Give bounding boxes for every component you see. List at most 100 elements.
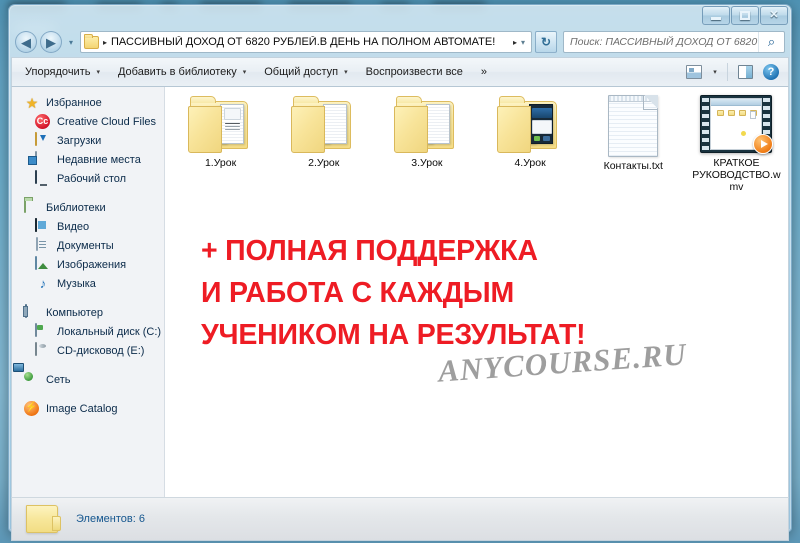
search-input[interactable]: Поиск: ПАССИВНЫЙ ДОХОД ОТ 6820 Р.. bbox=[564, 36, 758, 48]
chevron-down-icon: ▾ bbox=[242, 69, 247, 76]
video-file-icon bbox=[700, 95, 774, 154]
chevron-down-icon: ▾ bbox=[344, 69, 348, 76]
chevron-down-icon: ▾ bbox=[68, 37, 73, 47]
sidebar-group-libraries: Библиотеки Видео Документы Изображения ♪… bbox=[12, 198, 164, 293]
file-item-folder[interactable]: 1.Урок bbox=[169, 95, 272, 193]
sidebar-header-label: Избранное bbox=[46, 96, 102, 109]
sidebar-group-network: Сеть bbox=[12, 370, 164, 389]
share-label: Общий доступ bbox=[264, 66, 339, 78]
play-all-label: Воспроизвести все bbox=[365, 66, 463, 78]
back-button[interactable]: ◀ bbox=[15, 31, 37, 53]
sidebar-header-favorites[interactable]: ★ Избранное bbox=[12, 93, 164, 112]
organize-label: Упорядочить bbox=[25, 66, 91, 78]
hard-drive-icon bbox=[35, 322, 51, 340]
back-arrow-icon: ◀ bbox=[21, 34, 31, 50]
command-bar: Упорядочить ▾ Добавить в библиотеку ▾ Об… bbox=[11, 57, 789, 87]
history-dropdown-button[interactable]: ▾ bbox=[65, 38, 77, 47]
view-icon bbox=[686, 65, 702, 79]
creative-cloud-icon: Cc bbox=[35, 113, 51, 130]
search-box[interactable]: Поиск: ПАССИВНЫЙ ДОХОД ОТ 6820 Р.. ⌕ bbox=[563, 31, 785, 53]
share-button[interactable]: Общий доступ ▾ bbox=[255, 60, 356, 84]
close-button[interactable]: ✕ bbox=[760, 6, 788, 25]
maximize-button[interactable] bbox=[731, 6, 759, 25]
sidebar-item-image-catalog[interactable]: ⚡ Image Catalog bbox=[12, 399, 164, 418]
refresh-button[interactable]: ↻ bbox=[535, 31, 557, 53]
sidebar-item-desktop[interactable]: Рабочий стол bbox=[12, 169, 164, 188]
folder-with-documents-icon bbox=[187, 95, 254, 153]
sidebar-item-local-disk-c[interactable]: Локальный диск (C:) bbox=[12, 322, 164, 341]
maximize-icon bbox=[740, 11, 750, 20]
window-controls: ✕ bbox=[701, 6, 788, 25]
sidebar-item-video[interactable]: Видео bbox=[12, 217, 164, 236]
minimize-button[interactable] bbox=[702, 6, 730, 25]
libraries-icon bbox=[24, 198, 40, 216]
sidebar-header-label: Компьютер bbox=[46, 306, 103, 319]
sidebar-item-documents[interactable]: Документы bbox=[12, 236, 164, 255]
play-all-button[interactable]: Воспроизвести все bbox=[357, 60, 472, 84]
video-library-icon bbox=[35, 217, 51, 235]
sidebar-item-label: Загрузки bbox=[57, 134, 102, 147]
cd-drive-icon bbox=[35, 341, 51, 359]
change-view-button[interactable] bbox=[681, 60, 707, 84]
folder-with-documents-icon bbox=[497, 95, 563, 153]
sidebar-group-favorites: ★ Избранное Cc Creative Cloud Files Загр… bbox=[12, 93, 164, 188]
sidebar-item-network[interactable]: Сеть bbox=[12, 370, 164, 389]
breadcrumb-bar[interactable]: ▸ ПАССИВНЫЙ ДОХОД ОТ 6820 РУБЛЕЙ.В ДЕНЬ … bbox=[80, 31, 532, 53]
sidebar-item-label: Рабочий стол bbox=[57, 172, 127, 185]
sidebar-item-label: Недавние места bbox=[57, 153, 141, 166]
minimize-icon bbox=[711, 17, 721, 20]
sidebar-item-label: Видео bbox=[57, 220, 90, 233]
folder-icon bbox=[84, 33, 99, 49]
refresh-icon: ↻ bbox=[540, 35, 552, 49]
folder-with-documents-icon bbox=[393, 95, 460, 153]
file-list-pane[interactable]: 1.Урок 2.Урок 3.Урок 4.Урок Контакты.txt… bbox=[165, 87, 788, 497]
organize-button[interactable]: Упорядочить ▾ bbox=[16, 60, 109, 84]
sidebar-item-label: Документы bbox=[57, 239, 114, 252]
sidebar-header-computer[interactable]: Компьютер bbox=[12, 303, 164, 322]
add-to-library-button[interactable]: Добавить в библиотеку ▾ bbox=[109, 60, 255, 84]
explorer-window: ✕ ◀ ▶ ▾ ▸ ПАССИВНЫЙ ДОХОД ОТ 6820 РУБЛЕЙ… bbox=[8, 4, 792, 541]
overflow-button[interactable]: » bbox=[472, 60, 496, 84]
file-name-label: 4.Урок bbox=[514, 157, 546, 169]
file-name-label: 2.Урок bbox=[308, 157, 340, 169]
file-item-text[interactable]: Контакты.txt bbox=[582, 95, 685, 193]
sidebar-header-label: Библиотеки bbox=[46, 201, 106, 214]
star-icon: ★ bbox=[25, 94, 39, 111]
file-item-video[interactable]: КРАТКОЕ РУКОВОДСТВО.wmv bbox=[685, 95, 788, 193]
sidebar-item-pictures[interactable]: Изображения bbox=[12, 255, 164, 274]
file-item-folder[interactable]: 4.Урок bbox=[479, 95, 582, 193]
navigation-pane[interactable]: ★ Избранное Cc Creative Cloud Files Загр… bbox=[12, 87, 165, 497]
preview-pane-button[interactable] bbox=[732, 60, 758, 84]
window-body: ★ Избранное Cc Creative Cloud Files Загр… bbox=[11, 87, 789, 497]
add-to-library-label: Добавить в библиотеку bbox=[117, 66, 237, 78]
toolbar-divider bbox=[727, 63, 728, 81]
promo-overlay-text: + ПОЛНАЯ ПОДДЕРЖКА И РАБОТА С КАЖДЫМ УЧЕ… bbox=[201, 230, 741, 356]
sidebar-item-cd-drive-e[interactable]: CD-дисковод (E:) bbox=[12, 341, 164, 360]
sidebar-item-creative-cloud-files[interactable]: Cc Creative Cloud Files bbox=[12, 112, 164, 131]
folder-with-documents-icon bbox=[290, 95, 357, 153]
sidebar-item-label: Музыка bbox=[57, 277, 96, 290]
title-bar[interactable]: ✕ bbox=[9, 5, 791, 27]
sidebar-item-music[interactable]: ♪ Музыка bbox=[12, 274, 164, 293]
view-dropdown-button[interactable]: ▾ bbox=[707, 60, 723, 84]
breadcrumb-dropdown-icon[interactable]: ▾ bbox=[521, 38, 525, 47]
status-bar: Элементов: 6 bbox=[11, 497, 789, 541]
chevron-down-icon: ▾ bbox=[96, 69, 100, 76]
help-button[interactable]: ? bbox=[758, 60, 784, 84]
sidebar-item-recent-places[interactable]: Недавние места bbox=[12, 150, 164, 169]
breadcrumb-end-icon[interactable]: ▸ bbox=[513, 38, 517, 47]
sidebar-item-downloads[interactable]: Загрузки bbox=[12, 131, 164, 150]
item-count-label: Элементов: 6 bbox=[76, 513, 145, 525]
forward-button[interactable]: ▶ bbox=[40, 31, 62, 53]
network-icon bbox=[24, 372, 40, 388]
sidebar-item-label: Изображения bbox=[57, 258, 127, 271]
file-item-folder[interactable]: 3.Урок bbox=[375, 95, 478, 193]
sidebar-header-libraries[interactable]: Библиотеки bbox=[12, 198, 164, 217]
breadcrumb-path[interactable]: ПАССИВНЫЙ ДОХОД ОТ 6820 РУБЛЕЙ.В ДЕНЬ НА… bbox=[111, 36, 508, 48]
help-icon: ? bbox=[763, 64, 779, 80]
search-icon[interactable]: ⌕ bbox=[758, 32, 784, 52]
preview-pane-icon bbox=[737, 65, 753, 79]
file-item-folder[interactable]: 2.Урок bbox=[272, 95, 375, 193]
sidebar-group-computer: Компьютер Локальный диск (C:) CD-дисково… bbox=[12, 303, 164, 360]
sidebar-item-label: Локальный диск (C:) bbox=[57, 325, 162, 338]
